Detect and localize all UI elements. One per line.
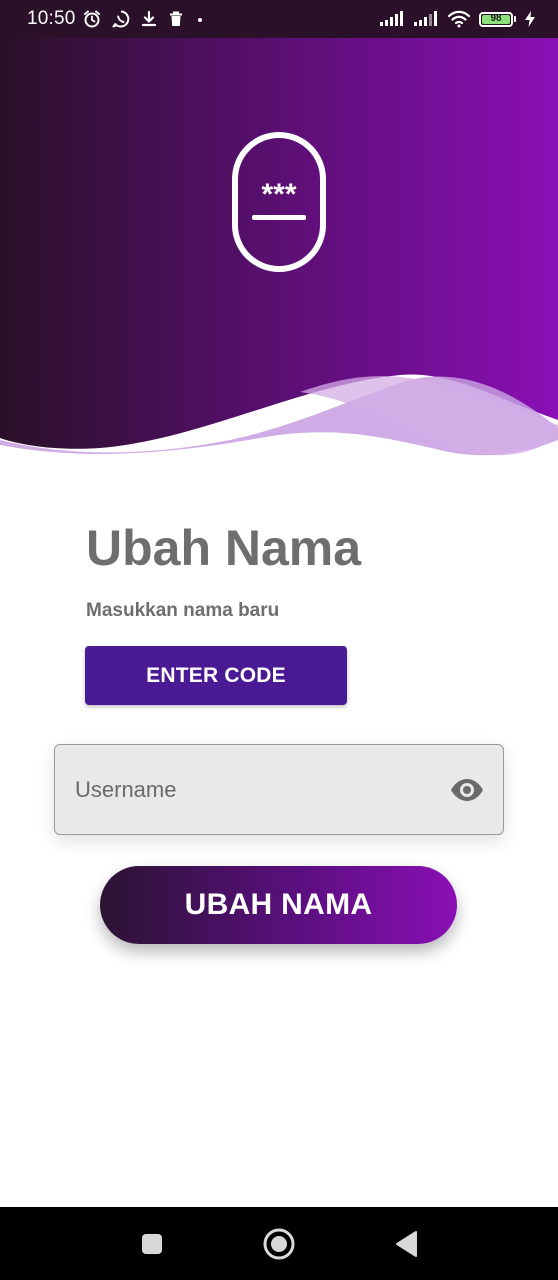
submit-button[interactable]: UBAH NAMA — [100, 866, 457, 944]
charging-icon — [525, 11, 535, 27]
home-icon[interactable] — [262, 1227, 296, 1261]
page-subtitle: Masukkan nama baru — [86, 600, 280, 621]
whatsapp-icon — [112, 10, 129, 28]
alarm-icon — [83, 10, 100, 28]
signal-icon — [380, 11, 403, 26]
password-device-icon: *** — [232, 132, 326, 272]
back-icon[interactable] — [390, 1227, 424, 1261]
trash-icon — [169, 11, 182, 26]
battery-cap — [514, 16, 516, 22]
battery-level: 98 — [490, 13, 502, 24]
signal-icon — [414, 11, 437, 26]
logo-asterisks: *** — [261, 178, 296, 211]
username-input[interactable] — [73, 775, 447, 804]
eye-icon[interactable] — [447, 770, 487, 810]
status-bar: 10:50 98 — [0, 0, 558, 38]
status-system-icons: 98 — [379, 10, 536, 28]
page-title: Ubah Nama — [86, 520, 362, 576]
enter-code-button[interactable]: ENTER CODE — [85, 646, 347, 705]
app-screen: 10:50 98 *** Ubah Nama Masukkan nama bar… — [0, 0, 558, 1280]
username-field — [54, 744, 504, 835]
wifi-icon — [447, 10, 471, 28]
download-icon — [141, 10, 156, 27]
status-time: 10:50 — [27, 8, 76, 29]
battery-icon: 98 — [479, 11, 516, 27]
recent-apps-icon[interactable] — [135, 1227, 169, 1261]
dot-icon — [197, 18, 202, 22]
navigation-bar — [0, 1207, 558, 1280]
battery-indicator: 98 — [479, 11, 513, 27]
status-notification-icons — [82, 9, 206, 29]
